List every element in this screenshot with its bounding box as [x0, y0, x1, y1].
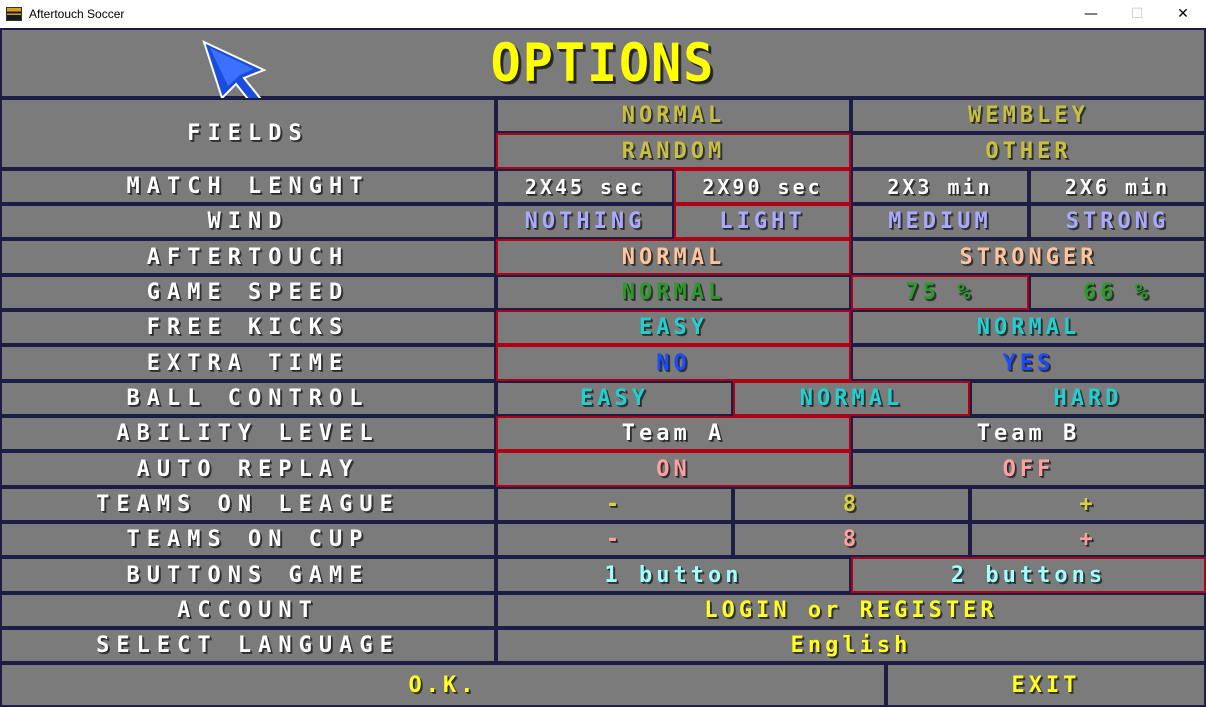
ball-control-easy-option[interactable]: EASY	[496, 381, 733, 416]
teams-cup-decrease-button[interactable]: -	[496, 522, 733, 557]
wind-medium-option[interactable]: MEDIUM	[851, 204, 1029, 239]
exit-button[interactable]: EXIT	[886, 663, 1206, 707]
minimize-button[interactable]: —	[1068, 0, 1114, 28]
match-length-option-4[interactable]: 2X6 min	[1029, 169, 1206, 204]
auto-replay-off-option[interactable]: OFF	[851, 451, 1206, 487]
fields-label: FIELDS	[0, 98, 496, 169]
ability-team-a-option[interactable]: Team A	[496, 416, 851, 451]
teams-cup-label: TEAMS ON CUP	[0, 522, 496, 557]
teams-league-label: TEAMS ON LEAGUE	[0, 487, 496, 522]
extra-time-no-option[interactable]: NO	[496, 345, 851, 381]
ball-control-normal-option[interactable]: NORMAL	[733, 381, 970, 416]
auto-replay-on-option[interactable]: ON	[496, 451, 851, 487]
window-titlebar: Aftertouch Soccer — ☐ ✕	[0, 0, 1206, 28]
teams-league-value: 8	[733, 487, 970, 522]
window-title: Aftertouch Soccer	[29, 7, 125, 21]
close-button[interactable]: ✕	[1160, 0, 1206, 28]
arrow-cursor-icon	[202, 40, 267, 104]
auto-replay-label: AUTO REPLAY	[0, 451, 496, 487]
fields-normal-option[interactable]: NORMAL	[496, 98, 851, 133]
match-length-option-2[interactable]: 2X90 sec	[674, 169, 851, 204]
buttons-game-1-option[interactable]: 1 button	[496, 557, 851, 593]
login-register-button[interactable]: LOGIN or REGISTER	[496, 593, 1206, 628]
wind-strong-option[interactable]: STRONG	[1029, 204, 1206, 239]
game-speed-normal-option[interactable]: NORMAL	[496, 275, 851, 310]
maximize-button[interactable]: ☐	[1114, 0, 1160, 28]
buttons-game-2-option[interactable]: 2 buttons	[851, 557, 1206, 593]
app-icon	[6, 7, 22, 21]
options-screen: OPTIONS FIELDS NORMAL WEMBLEY RANDOM OTH…	[0, 28, 1206, 707]
fields-wembley-option[interactable]: WEMBLEY	[851, 98, 1206, 133]
wind-light-option[interactable]: LIGHT	[674, 204, 851, 239]
aftertouch-stronger-option[interactable]: STRONGER	[851, 239, 1206, 275]
ok-button[interactable]: O.K.	[0, 663, 886, 707]
aftertouch-label: AFTERTOUCH	[0, 239, 496, 275]
game-speed-label: GAME SPEED	[0, 275, 496, 310]
match-length-label: MATCH LENGHT	[0, 169, 496, 204]
game-speed-66-option[interactable]: 66 %	[1029, 275, 1206, 310]
extra-time-label: EXTRA TIME	[0, 345, 496, 381]
ball-control-label: BALL CONTROL	[0, 381, 496, 416]
wind-nothing-option[interactable]: NOTHING	[496, 204, 674, 239]
ability-team-b-option[interactable]: Team B	[851, 416, 1206, 451]
match-length-option-1[interactable]: 2X45 sec	[496, 169, 674, 204]
select-language-label: SELECT LANGUAGE	[0, 628, 496, 663]
fields-other-option[interactable]: OTHER	[851, 133, 1206, 169]
account-label: ACCOUNT	[0, 593, 496, 628]
options-header: OPTIONS	[0, 28, 1206, 104]
wind-label: WIND	[0, 204, 496, 239]
page-title: OPTIONS	[490, 32, 716, 94]
aftertouch-normal-option[interactable]: NORMAL	[496, 239, 851, 275]
teams-league-decrease-button[interactable]: -	[496, 487, 733, 522]
free-kicks-easy-option[interactable]: EASY	[496, 310, 851, 345]
ball-control-hard-option[interactable]: HARD	[970, 381, 1206, 416]
buttons-game-label: BUTTONS GAME	[0, 557, 496, 593]
teams-cup-increase-button[interactable]: +	[970, 522, 1206, 557]
game-speed-75-option[interactable]: 75 %	[851, 275, 1029, 310]
fields-random-option[interactable]: RANDOM	[496, 133, 851, 169]
ability-level-label: ABILITY LEVEL	[0, 416, 496, 451]
free-kicks-label: FREE KICKS	[0, 310, 496, 345]
teams-cup-value: 8	[733, 522, 970, 557]
free-kicks-normal-option[interactable]: NORMAL	[851, 310, 1206, 345]
match-length-option-3[interactable]: 2X3 min	[851, 169, 1029, 204]
extra-time-yes-option[interactable]: YES	[851, 345, 1206, 381]
teams-league-increase-button[interactable]: +	[970, 487, 1206, 522]
language-select[interactable]: English	[496, 628, 1206, 663]
